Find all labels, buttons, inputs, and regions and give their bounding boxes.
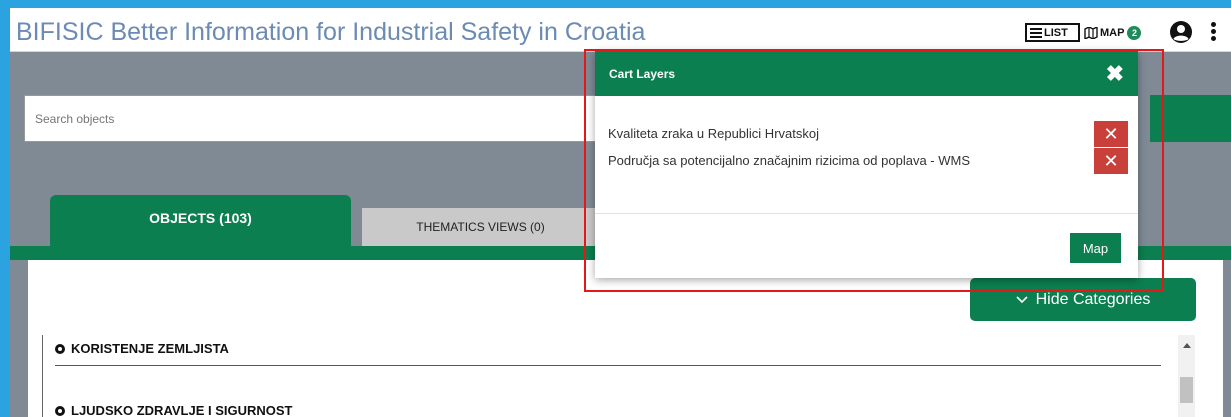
remove-layer-button[interactable]: ✕: [1094, 148, 1128, 174]
close-icon[interactable]: ✖: [1106, 62, 1124, 85]
dialog-header: Cart Layers ✖: [595, 51, 1138, 96]
objects-panel: Hide Categories KORISTENJE ZEMLJISTA LJU…: [28, 260, 1223, 417]
top-bar: BIFISIC Better Information for Industria…: [10, 8, 1231, 52]
bullet-icon: [55, 343, 65, 354]
category-label: LJUDSKO ZDRAVLJE I SIGURNOST: [71, 403, 293, 417]
dialog-title: Cart Layers: [609, 66, 676, 81]
map-icon: [1084, 26, 1098, 39]
category-item[interactable]: LJUDSKO ZDRAVLJE I SIGURNOST: [55, 403, 293, 417]
category-item[interactable]: KORISTENJE ZEMLJISTA: [55, 341, 229, 356]
close-icon: ✕: [1103, 151, 1119, 171]
layer-row: Kvaliteta zraka u Republici Hrvatskoj ✕: [608, 121, 1128, 147]
layer-name: Kvaliteta zraka u Republici Hrvatskoj: [608, 126, 819, 141]
search-button[interactable]: [1150, 95, 1231, 142]
user-account-icon[interactable]: [1169, 20, 1193, 44]
remove-layer-button[interactable]: ✕: [1094, 121, 1128, 147]
vertical-scrollbar[interactable]: [1178, 335, 1195, 417]
chevron-down-icon: [1016, 295, 1028, 303]
map-button[interactable]: Map: [1070, 233, 1121, 263]
category-label: KORISTENJE ZEMLJISTA: [71, 341, 229, 356]
map-view-button[interactable]: MAP 2: [1081, 23, 1153, 42]
close-icon: ✕: [1103, 124, 1119, 144]
list-icon: [1030, 27, 1042, 38]
divider: [595, 213, 1138, 214]
list-view-button[interactable]: LIST: [1025, 23, 1080, 42]
cart-layers-dialog: Cart Layers ✖ Kvaliteta zraka u Republic…: [595, 51, 1138, 278]
layer-row: Područja sa potencijalno značajnim rizic…: [608, 148, 1128, 174]
category-list: KORISTENJE ZEMLJISTA LJUDSKO ZDRAVLJE I …: [42, 335, 1161, 417]
hide-categories-label: Hide Categories: [1035, 290, 1151, 308]
app-title: BIFISIC Better Information for Industria…: [16, 18, 646, 46]
more-options-icon[interactable]: [1209, 22, 1217, 44]
app-window: BIFISIC Better Information for Industria…: [10, 8, 1231, 417]
tab-thematics-views[interactable]: THEMATICS VIEWS (0): [362, 208, 599, 246]
layer-name: Područja sa potencijalno značajnim rizic…: [608, 153, 970, 168]
divider: [55, 365, 1161, 366]
tab-objects[interactable]: OBJECTS (103): [50, 195, 351, 253]
list-view-label: LIST: [1044, 26, 1068, 39]
scroll-thumb[interactable]: [1180, 377, 1193, 403]
hide-categories-button[interactable]: Hide Categories: [970, 278, 1196, 321]
map-count-badge: 2: [1127, 25, 1142, 40]
scroll-up-arrow-icon[interactable]: [1183, 343, 1191, 348]
map-view-label: MAP: [1100, 26, 1125, 39]
bullet-icon: [55, 405, 65, 416]
search-box: [24, 95, 604, 142]
search-input[interactable]: [25, 96, 603, 141]
